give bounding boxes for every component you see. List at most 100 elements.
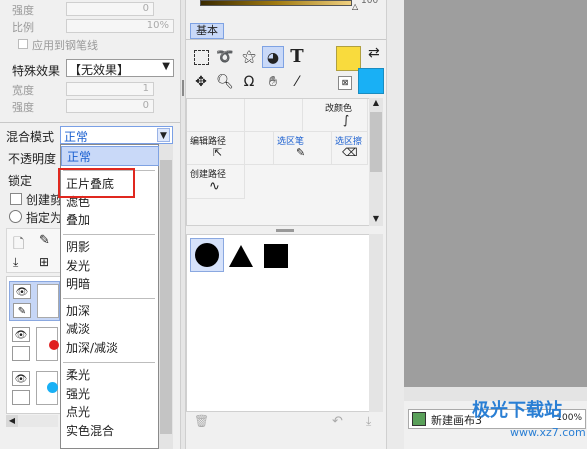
reset-colors-icon[interactable]: ⊠	[338, 76, 352, 90]
new-layer-icon[interactable]: 🗋	[13, 233, 24, 257]
tab-underline	[186, 39, 386, 40]
layer-vscroll[interactable]	[159, 144, 173, 449]
background-color-swatch[interactable]	[358, 68, 384, 94]
menu-item-label: 实色混合	[66, 424, 115, 438]
brush-cell-empty[interactable]	[187, 99, 245, 132]
gradient-slider[interactable]	[200, 0, 352, 6]
pencil-icon[interactable]: ✎	[13, 303, 31, 318]
layer-hscroll[interactable]	[18, 415, 58, 427]
menu-item-pin-light[interactable]: 点光	[61, 402, 159, 422]
trash-icon[interactable]: 🗑︎	[194, 414, 209, 428]
layer-thumbnail	[37, 284, 59, 318]
eraser-icon: ⌫	[342, 146, 358, 159]
shape-fill-icon[interactable]: ◕	[262, 46, 284, 68]
menu-item-burn[interactable]: 加深	[61, 301, 159, 321]
brush-cell-recolor[interactable]: 改颜色 ∫	[303, 99, 368, 132]
undo-icon[interactable]: ↶	[332, 414, 343, 429]
shapes-vscroll[interactable]	[369, 234, 383, 412]
create-clip-label: 创建剪	[26, 193, 63, 207]
rect-select-icon[interactable]	[190, 46, 212, 68]
slider-marker-icon[interactable]: △	[352, 2, 358, 11]
text-icon[interactable]: T	[286, 46, 308, 68]
menu-item-hard-light[interactable]: 强光	[61, 384, 159, 404]
apply-pen-checkbox[interactable]	[18, 39, 28, 49]
eye-icon[interactable]: 👁	[12, 371, 30, 386]
gradient-value: 100	[361, 0, 379, 6]
menu-item-normal[interactable]: 正常	[61, 146, 159, 166]
layer-item[interactable]: 👁	[9, 325, 60, 365]
menu-item-burn-dodge[interactable]: 加深/减淡	[61, 338, 159, 358]
menu-item-glow[interactable]: 发光	[61, 256, 159, 276]
scroll-thumb[interactable]	[370, 112, 382, 172]
shapes-panel	[186, 234, 371, 412]
add-mask-icon[interactable]: ⊞	[39, 255, 49, 269]
create-clip-checkbox[interactable]	[10, 193, 22, 205]
brush-cell-empty[interactable]	[245, 99, 303, 132]
move-icon[interactable]: ✥	[190, 71, 212, 93]
opacity-label: 不透明度	[8, 152, 57, 166]
hand-icon[interactable]: ✋︎	[262, 71, 284, 93]
zoom-icon[interactable]: 🔍︎	[214, 71, 236, 93]
brush-cell-create-path[interactable]: 创建路径 ∿	[187, 165, 245, 199]
brush-cell-edit-path[interactable]: 编辑路径 ⇱	[187, 132, 245, 165]
lock-label: 锁定	[8, 174, 33, 188]
empty-box[interactable]	[12, 346, 30, 361]
panel-splitter-2[interactable]	[386, 0, 404, 449]
shape-triangle[interactable]	[224, 238, 258, 272]
strength-field[interactable]: 0	[66, 2, 154, 16]
panel-grip[interactable]	[276, 229, 294, 232]
tab-basic[interactable]: 基本	[190, 23, 224, 39]
menu-separator	[63, 298, 155, 299]
scroll-thumb[interactable]	[160, 160, 172, 434]
eyedropper-icon[interactable]: ⁄	[286, 71, 308, 93]
menu-item-hard-mix[interactable]: 实色混合	[61, 421, 159, 441]
eye-icon[interactable]: 👁	[12, 327, 30, 342]
specify-radio[interactable]	[9, 210, 22, 223]
blend-mode-select[interactable]: 正常 ▼	[60, 126, 173, 144]
eye-icon[interactable]: 👁	[13, 284, 31, 299]
brush-label: 创建路径	[190, 170, 227, 180]
scroll-up-icon[interactable]: ▲	[369, 98, 383, 110]
menu-item-label: 正常	[67, 150, 92, 164]
width-field[interactable]: 1	[66, 82, 154, 96]
menu-item-label: 点光	[66, 405, 91, 419]
path-icon: ∿	[209, 179, 220, 194]
strength-label: 强度	[12, 4, 34, 17]
menu-item-dodge[interactable]: 减淡	[61, 319, 159, 339]
empty-box[interactable]	[12, 390, 30, 405]
menu-item-label: 阴影	[66, 240, 91, 254]
eyedropper-layer-icon[interactable]: ✎	[39, 233, 50, 248]
cursor-icon: ⇱	[213, 146, 223, 159]
swap-colors-icon[interactable]: ⇄	[368, 45, 380, 61]
canvas-area[interactable]	[404, 0, 587, 387]
save-icon[interactable]: ⤓	[366, 414, 371, 429]
magic-wand-icon[interactable]: ⚝	[238, 46, 260, 68]
brush-vscroll[interactable]: ▲ ▼	[369, 98, 383, 226]
merge-down-icon[interactable]: ⤓	[13, 255, 18, 270]
special-effect-select[interactable]: 【无效果】 ▼	[66, 59, 174, 77]
menu-item-overlay[interactable]: 叠加	[61, 210, 159, 230]
rotate-icon[interactable]: Ω	[238, 71, 260, 93]
divider	[0, 122, 180, 123]
brush-cell-select-pen[interactable]: 选区笔 ✎	[274, 132, 332, 165]
strength2-field[interactable]: 0	[66, 99, 154, 113]
circle-icon	[195, 243, 219, 267]
shape-square[interactable]	[258, 238, 292, 272]
ratio-field[interactable]: 10%	[66, 19, 174, 33]
layer-toolbar: 🗋 ✎ ⤓ ⊞	[6, 228, 61, 273]
menu-item-luminosity[interactable]: 明暗	[61, 274, 159, 294]
layer-scroll-left[interactable]: ◀	[6, 415, 18, 427]
lasso-icon[interactable]: ➰	[214, 46, 236, 68]
menu-separator	[63, 362, 155, 363]
layer-item-selected[interactable]: 👁 ✎	[9, 281, 60, 321]
layer-item[interactable]: 👁	[9, 369, 60, 409]
menu-item-shadow[interactable]: 阴影	[61, 237, 159, 257]
watermark-title: 极光下载站	[472, 400, 562, 421]
brush-cell-empty[interactable]	[245, 132, 274, 165]
menu-item-soft-light[interactable]: 柔光	[61, 365, 159, 385]
scroll-down-icon[interactable]: ▼	[369, 214, 383, 226]
shape-circle[interactable]	[190, 238, 224, 272]
watermark-logo: 极光下载站 www.xz7.com	[436, 396, 586, 448]
brush-cell-select-eraser[interactable]: 选区擦 ⌫	[332, 132, 368, 165]
red-dot-thumb	[49, 340, 59, 350]
